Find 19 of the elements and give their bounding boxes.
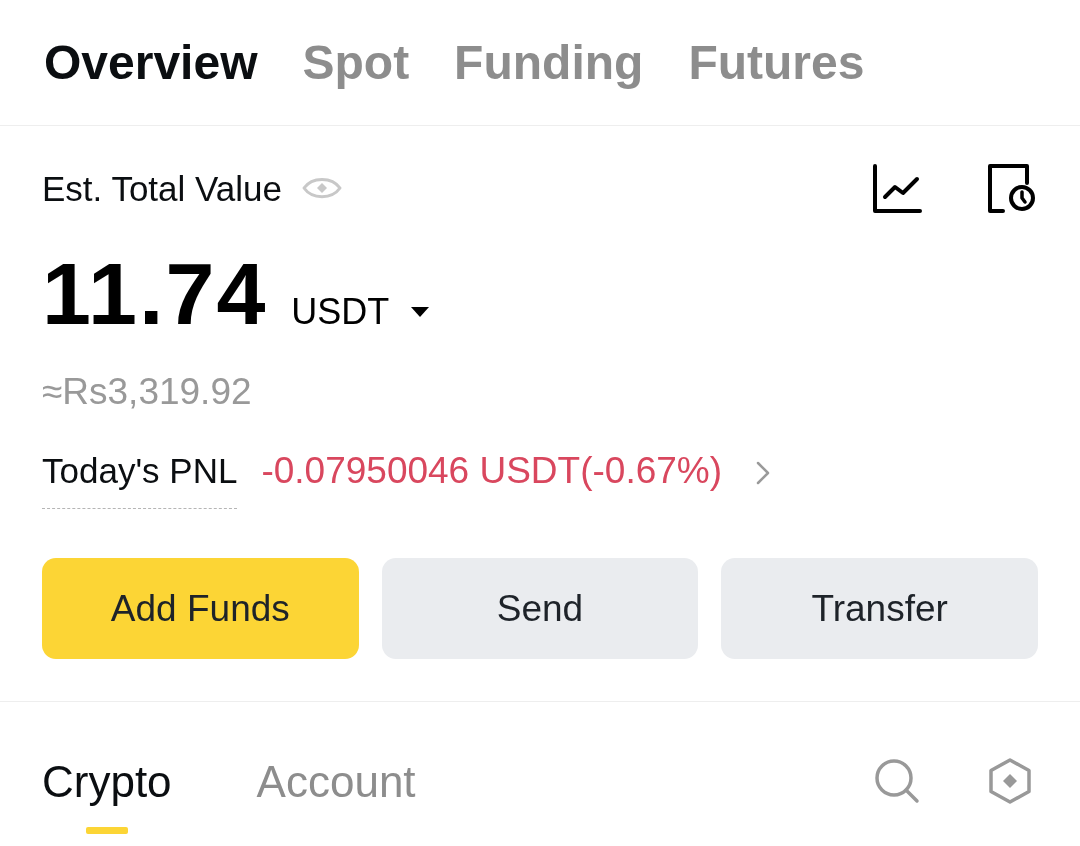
- asset-tab[interactable]: Crypto: [42, 760, 172, 834]
- document-clock-icon[interactable]: [988, 163, 1035, 213]
- tab[interactable]: Overview: [44, 38, 258, 87]
- chevron-right-icon[interactable]: [756, 461, 771, 485]
- search-icon[interactable]: [874, 758, 920, 804]
- pnl-value: -0.07950046 USDT(-0.67%): [261, 452, 723, 489]
- hexagon-icon[interactable]: [989, 758, 1031, 804]
- pnl-label[interactable]: Today's PNL: [42, 453, 238, 509]
- chart-icon[interactable]: [873, 163, 922, 213]
- total-value-label: Est. Total Value: [42, 170, 282, 206]
- eye-icon[interactable]: [301, 175, 342, 201]
- action-button[interactable]: Transfer: [721, 558, 1038, 659]
- tab-indicator: [85, 827, 128, 834]
- action-button[interactable]: Add Funds: [42, 558, 359, 659]
- fiat-value: ≈Rs3,319.92: [42, 371, 252, 412]
- total-amount: 11.74: [42, 250, 268, 338]
- caret-down-icon: [411, 307, 430, 317]
- currency-selector[interactable]: USDT: [291, 294, 430, 330]
- action-button[interactable]: Send: [381, 558, 699, 659]
